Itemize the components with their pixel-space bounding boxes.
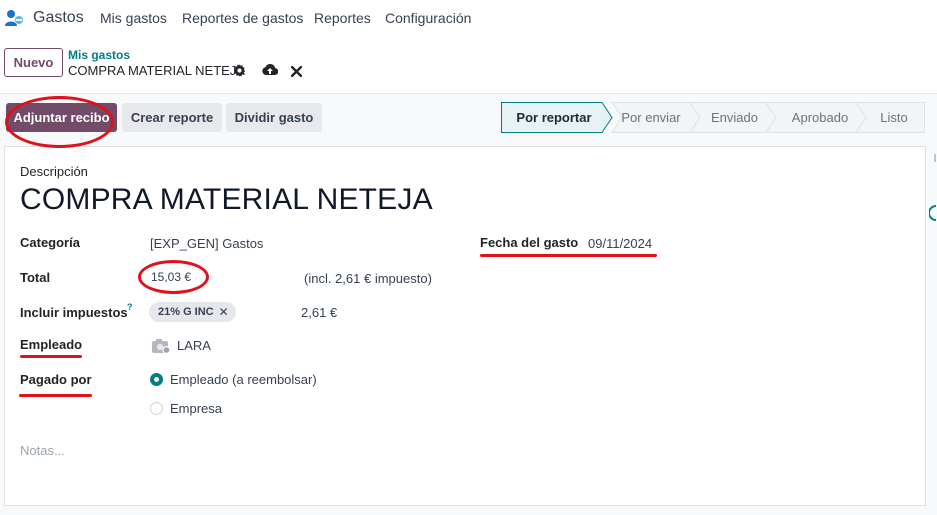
- tax-included-note: (incl. 2,61 € impuesto): [304, 271, 432, 286]
- status-step-por-enviar[interactable]: Por enviar: [612, 102, 690, 133]
- menu-reportes-de-gastos[interactable]: Reportes de gastos: [182, 10, 303, 26]
- menu-mis-gastos[interactable]: Mis gastos: [100, 10, 167, 26]
- annotation-circle-attach-receipt: [5, 96, 114, 148]
- expenses-app-icon[interactable]: [4, 8, 24, 28]
- status-bar: Por reportar Por enviar Enviado Aprobado…: [501, 102, 925, 133]
- status-step-aprobado[interactable]: Aprobado: [776, 102, 864, 133]
- description-input[interactable]: COMPRA MATERIAL NETEJA: [20, 183, 433, 217]
- employee-field[interactable]: LARA: [177, 338, 211, 353]
- app-name[interactable]: Gastos: [33, 9, 84, 27]
- radio-company[interactable]: [150, 402, 163, 415]
- camera-avatar-icon: [152, 338, 171, 359]
- breadcrumb-current: COMPRA MATERIAL NETEJA: [68, 63, 245, 78]
- radio-employee-label[interactable]: Empleado (a reembolsar): [170, 372, 317, 387]
- tax-amount: 2,61 €: [301, 305, 338, 320]
- total-label: Total: [20, 270, 51, 285]
- annotation-underline-paid-by: [19, 394, 92, 397]
- cloud-upload-icon[interactable]: [262, 63, 279, 82]
- paid-by-label: Pagado por: [20, 372, 92, 387]
- tax-tag-label: 21% G INC: [158, 306, 214, 318]
- employee-label: Empleado: [20, 337, 83, 352]
- description-label: Descripción: [20, 164, 88, 179]
- create-report-button[interactable]: Crear reporte: [122, 103, 222, 132]
- category-label: Categoría: [20, 235, 80, 250]
- status-step-enviado[interactable]: Enviado: [697, 102, 772, 133]
- chatter-edge: [928, 146, 937, 226]
- menu-reportes[interactable]: Reportes: [314, 10, 371, 26]
- menu-configuracion[interactable]: Configuración: [385, 10, 471, 26]
- top-navbar: Gastos Mis gastos Reportes de gastos Rep…: [0, 0, 937, 36]
- split-expense-button[interactable]: Dividir gasto: [226, 103, 322, 132]
- close-icon[interactable]: [290, 64, 303, 82]
- expense-date-label: Fecha del gasto: [480, 235, 579, 250]
- category-field[interactable]: [EXP_GEN] Gastos: [150, 236, 263, 251]
- annotation-underline-employee: [20, 355, 82, 358]
- tag-remove-icon[interactable]: ✕: [219, 305, 229, 319]
- notes-field[interactable]: Notas...: [20, 443, 65, 458]
- tax-tag[interactable]: 21% G INC ✕: [149, 302, 236, 322]
- breadcrumb-parent-link[interactable]: Mis gastos: [68, 48, 130, 62]
- gear-icon[interactable]: [233, 64, 246, 82]
- annotation-circle-total: [138, 260, 209, 294]
- annotation-underline-date: [480, 254, 657, 257]
- status-step-por-reportar[interactable]: Por reportar: [501, 102, 607, 133]
- expense-date-field[interactable]: 09/11/2024: [588, 236, 652, 251]
- radio-company-label[interactable]: Empresa: [170, 401, 222, 416]
- include-taxes-label: Incluir impuestos: [20, 305, 128, 320]
- status-step-listo[interactable]: Listo: [863, 102, 925, 133]
- new-button[interactable]: Nuevo: [4, 48, 63, 77]
- help-tooltip-icon[interactable]: ?: [127, 302, 133, 312]
- radio-employee[interactable]: [150, 373, 163, 386]
